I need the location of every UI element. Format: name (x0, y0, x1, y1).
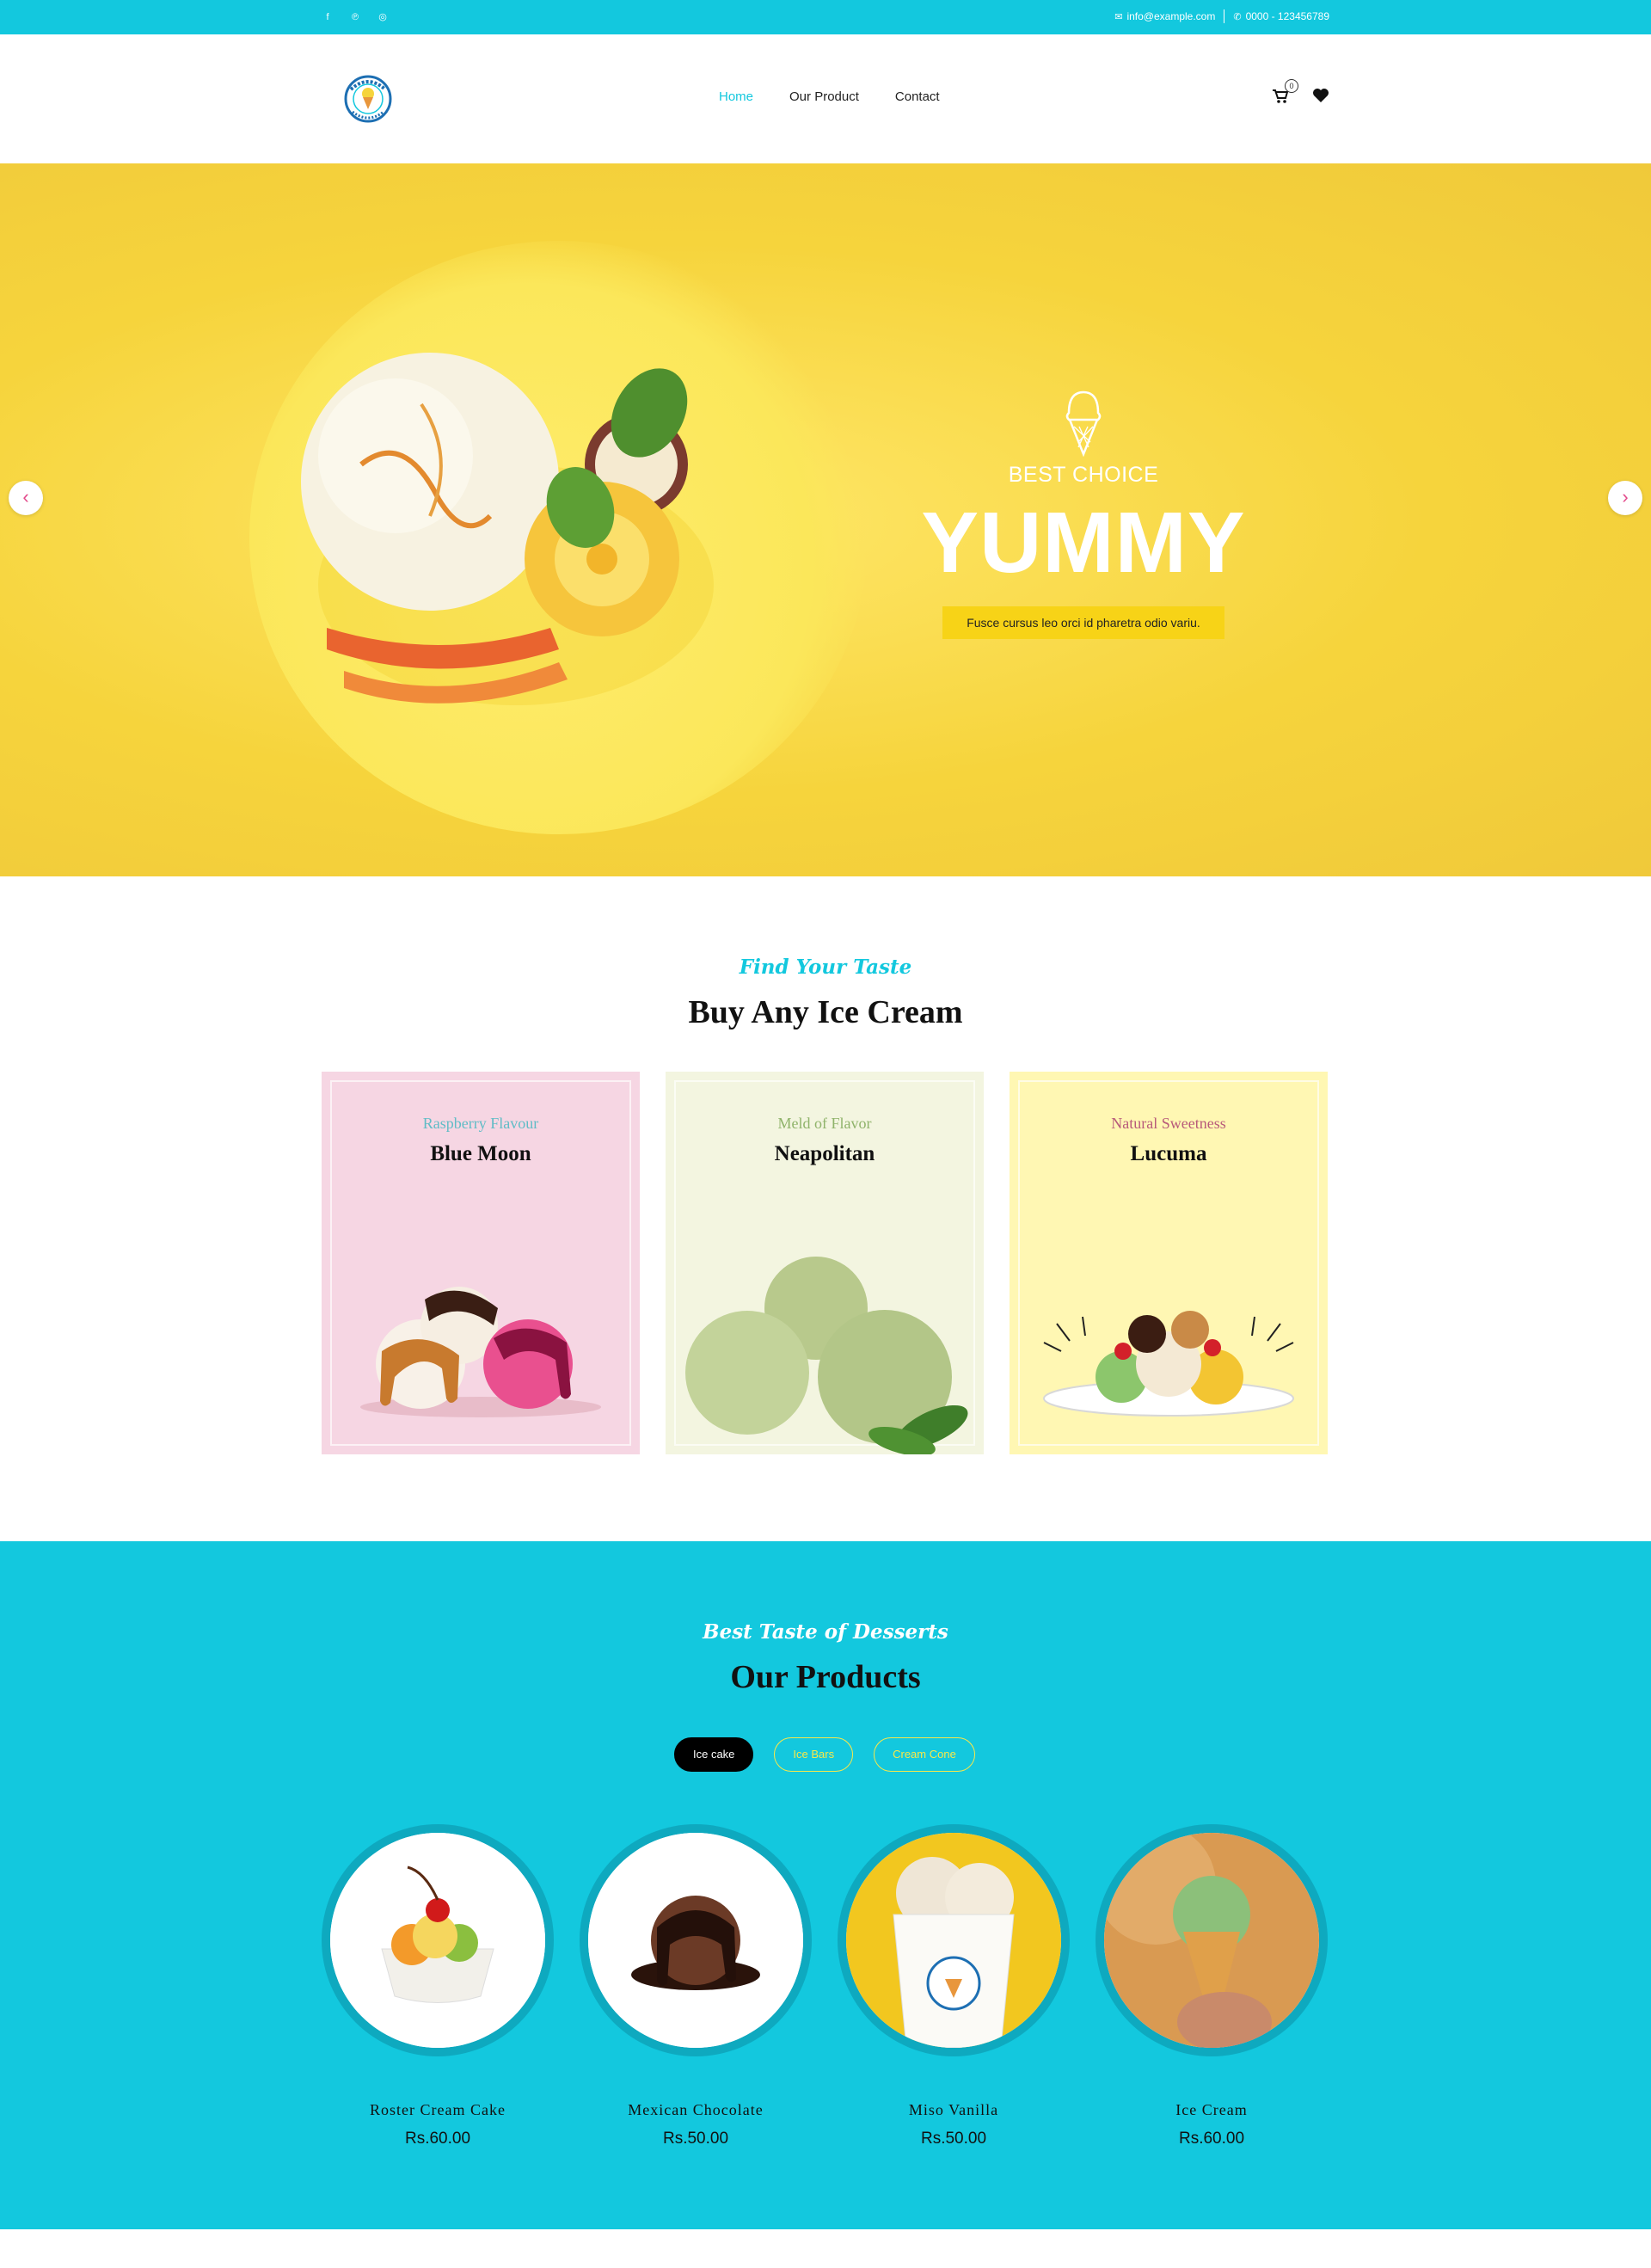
product-name[interactable]: Roster Cream Cake (322, 2101, 554, 2119)
email-link[interactable]: info@example.com (1126, 10, 1215, 22)
category-cards: Raspberry Flavour Blue Moon Meld of Flav… (322, 1072, 1328, 1454)
cart-button[interactable]: 0 (1271, 79, 1298, 105)
tab-cream-cone[interactable]: Cream Cone (874, 1737, 975, 1772)
roster-cream-cake-image (330, 1833, 545, 2048)
product-name[interactable]: Ice Cream (1096, 2101, 1328, 2119)
mexican-chocolate-image (588, 1833, 803, 2048)
category-card-neapolitan[interactable]: Meld of Flavor Neapolitan (666, 1072, 984, 1454)
section-script-heading: Best Taste of Desserts (703, 1620, 948, 1644)
hero-slider: ‹ › BEST CHOICE YUMMY Fusce cursus leo o… (0, 163, 1651, 876)
product-image-frame (322, 1824, 554, 2056)
product-price: Rs.50.00 (662, 2130, 729, 2148)
slider-prev-button[interactable]: ‹ (9, 481, 43, 515)
card-tagline: Meld of Flavor (777, 1115, 872, 1132)
ice-cream-cone-icon (1065, 390, 1102, 458)
product-image-frame (838, 1824, 1070, 2056)
tab-ice-cake[interactable]: Ice cake (674, 1737, 754, 1772)
nav-home[interactable]: Home (719, 89, 753, 104)
nav-contact[interactable]: Contact (895, 89, 940, 104)
nav-our-product[interactable]: Our Product (789, 89, 859, 104)
ice-cream-cone-image (1104, 1833, 1319, 2048)
card-name: Lucuma (1130, 1142, 1207, 1165)
our-products-section: Best Taste of Desserts Our Products Ice … (0, 1541, 1651, 2229)
product-name[interactable]: Mexican Chocolate (580, 2101, 812, 2119)
pinterest-icon[interactable]: ℗ (347, 9, 363, 25)
product-filter-tabs: Ice cake Ice Bars Cream Cone (674, 1737, 975, 1772)
header-actions: 0 (1271, 79, 1329, 105)
product-card[interactable]: Miso Vanilla Rs.50.00 (838, 1824, 1070, 2148)
card-tagline: Natural Sweetness (1111, 1115, 1226, 1132)
hero-tagline: Fusce cursus leo orci id pharetra odio v… (942, 606, 1224, 639)
facebook-icon[interactable]: f (320, 9, 335, 25)
product-image-frame (580, 1824, 812, 2056)
lucuma-image (1043, 1311, 1294, 1417)
contact-info: ✉ info@example.com ✆ 0000 - 123456789 (1114, 9, 1329, 23)
category-card-lucuma[interactable]: Natural Sweetness Lucuma (1010, 1072, 1328, 1454)
cart-count-badge: 0 (1285, 79, 1298, 93)
mail-icon: ✉ (1114, 11, 1123, 22)
hero-ice-cream-image (301, 353, 714, 705)
hero-caption: BEST CHOICE YUMMY Fusce cursus leo orci … (911, 387, 1255, 639)
product-grid: Roster Cream Cake Rs.60.00 Mexican Choco… (322, 1824, 1328, 2148)
card-name: Neapolitan (774, 1142, 875, 1165)
product-card[interactable]: Ice Cream Rs.60.00 (1096, 1824, 1328, 2148)
product-name[interactable]: Miso Vanilla (838, 2101, 1070, 2119)
product-price: Rs.60.00 (404, 2130, 471, 2148)
main-nav: Home Our Product Contact (719, 89, 940, 104)
heart-icon[interactable] (1312, 88, 1329, 103)
instagram-icon[interactable]: ◎ (375, 9, 390, 25)
hero-subtitle: BEST CHOICE (1008, 463, 1159, 487)
slider-next-button[interactable]: › (1608, 481, 1642, 515)
neapolitan-image (685, 1257, 968, 1454)
product-card[interactable]: Mexican Chocolate Rs.50.00 (580, 1824, 812, 2148)
logo[interactable] (342, 71, 394, 127)
product-card[interactable]: Roster Cream Cake Rs.60.00 (322, 1824, 554, 2148)
card-tagline: Raspberry Flavour (422, 1115, 539, 1132)
phone-icon: ✆ (1233, 11, 1242, 22)
site-header: Home Our Product Contact 0 (0, 34, 1651, 163)
product-image-frame (1096, 1824, 1328, 2056)
section-script-heading: Find Your Taste (739, 956, 912, 979)
buy-ice-cream-section: Find Your Taste Buy Any Ice Cream Raspbe… (0, 876, 1651, 1541)
category-card-blue-moon[interactable]: Raspberry Flavour Blue Moon (322, 1072, 640, 1454)
blue-moon-image (360, 1287, 601, 1417)
phone-number[interactable]: 0000 - 123456789 (1246, 10, 1329, 22)
product-price: Rs.50.00 (920, 2130, 987, 2148)
product-price: Rs.60.00 (1178, 2130, 1245, 2148)
section-title: Buy Any Ice Cream (688, 994, 963, 1030)
card-name: Blue Moon (430, 1142, 531, 1165)
footer-strip (0, 2229, 1651, 2268)
section-title: Our Products (730, 1659, 921, 1695)
miso-vanilla-image (846, 1833, 1061, 2048)
hero-title: YUMMY (921, 495, 1246, 591)
social-links: f ℗ ◎ (320, 9, 390, 25)
tab-ice-bars[interactable]: Ice Bars (774, 1737, 854, 1772)
top-bar: f ℗ ◎ ✉ info@example.com ✆ 0000 - 123456… (0, 0, 1651, 34)
